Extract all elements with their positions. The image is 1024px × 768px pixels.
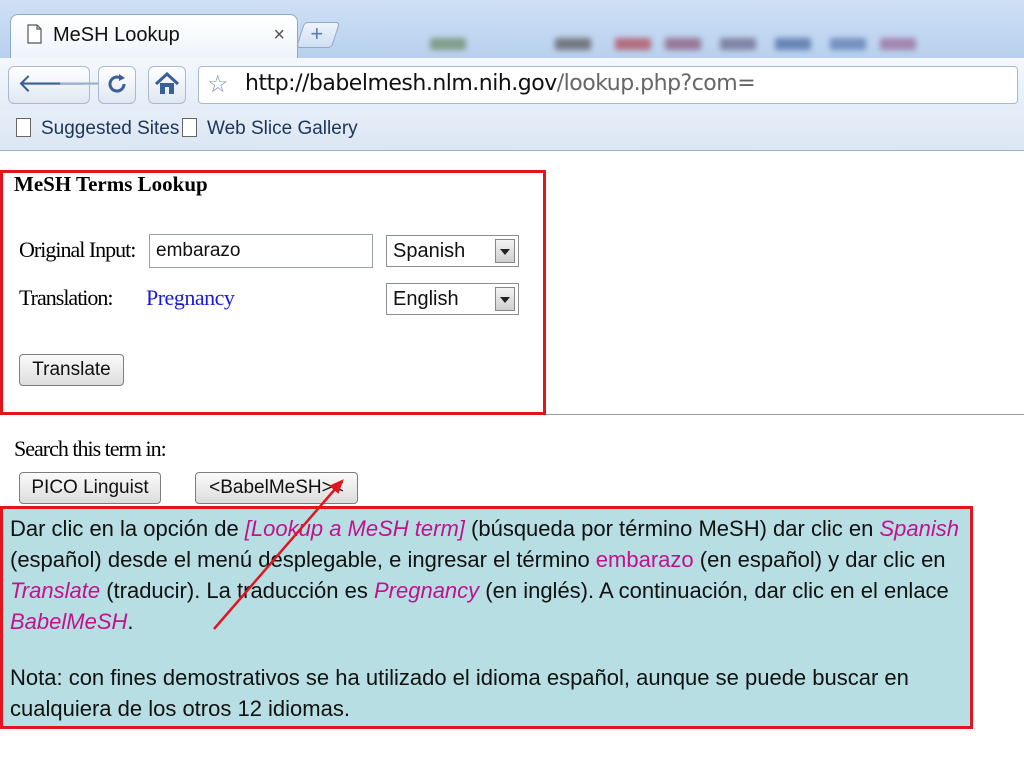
note-paragraph: Nota: con fines demostrativos se ha util… <box>10 665 909 721</box>
bookmark-web-slice-gallery[interactable]: Web Slice Gallery <box>182 118 358 140</box>
url-path: /lookup.php?com= <box>556 71 756 96</box>
instruction-segment: (traducir). La traducción es <box>100 578 374 603</box>
highlighted-term: Pregnancy <box>373 578 480 603</box>
address-bar[interactable]: ☆ http://babelmesh.nlm.nih.gov/lookup.ph… <box>198 66 1018 104</box>
blurred-tab-area <box>880 38 916 50</box>
home-button[interactable] <box>148 66 186 104</box>
pico-linguist-button[interactable]: PICO Linguist <box>19 472 161 504</box>
instruction-segment: (en español) y dar clic en <box>693 547 946 572</box>
bookmarks-bar: Suggested Sites Web Slice Gallery <box>0 110 1024 151</box>
page-icon <box>27 24 42 44</box>
instruction-segment: Dar clic en la opción de <box>10 516 245 541</box>
original-input-label: Original Input: <box>19 237 136 262</box>
translation-label: Translation: <box>19 285 114 310</box>
bookmark-label: Suggested Sites <box>41 118 180 139</box>
source-language-select[interactable]: Spanish <box>386 235 519 267</box>
translate-button[interactable]: Translate <box>19 354 124 386</box>
browser-toolbar: 🡐 🡒 ☆ http://babelmesh.nlm.nih.gov/looku… <box>0 58 1024 110</box>
page-title: MeSH Terms Lookup <box>14 172 208 196</box>
source-language-value: Spanish <box>393 240 466 262</box>
bookmark-suggested-sites[interactable]: Suggested Sites <box>16 118 179 140</box>
target-language-select[interactable]: English <box>386 283 519 315</box>
babelmesh-button[interactable]: <BabelMeSH>< <box>195 472 358 504</box>
blurred-tab-area <box>615 38 651 50</box>
blurred-tab-area <box>430 38 466 50</box>
blurred-tab-area <box>555 38 591 50</box>
back-forward-group: 🡐 🡒 <box>8 66 127 104</box>
page-icon <box>16 118 31 137</box>
tab-mesh-lookup[interactable]: MeSH Lookup × <box>10 14 298 59</box>
close-icon[interactable]: × <box>273 24 285 47</box>
page-icon <box>182 118 197 137</box>
instruction-segment: (en inglés). A continuación, dar clic en… <box>479 578 949 603</box>
blurred-tab-area <box>720 38 756 50</box>
star-icon[interactable]: ☆ <box>207 70 229 99</box>
bookmark-label: Web Slice Gallery <box>207 118 358 139</box>
highlighted-term: BabelMeSH <box>10 609 128 634</box>
highlighted-term: Translate <box>10 578 101 603</box>
instruction-segment: (búsqueda por término MeSH) dar clic en <box>464 516 880 541</box>
new-tab-button[interactable]: + <box>295 21 341 48</box>
instruction-segment: . <box>127 609 134 634</box>
highlighted-term: embarazo <box>595 547 694 572</box>
instruction-paragraph: Dar clic en la opción de [Lookup a MeSH … <box>10 513 970 637</box>
original-input-field[interactable] <box>149 234 373 268</box>
dropdown-arrow-icon[interactable] <box>495 287 515 311</box>
search-term-label: Search this term in: <box>14 436 167 461</box>
tab-strip: MeSH Lookup × + <box>0 0 1024 59</box>
instruction-segment: (español) desde el menú desplegable, e i… <box>10 547 596 572</box>
dropdown-arrow-icon[interactable] <box>495 239 515 263</box>
url-host: http://babelmesh.nlm.nih.gov <box>245 71 557 96</box>
divider <box>546 414 1024 415</box>
highlighted-term: Spanish <box>879 516 959 541</box>
instruction-text: Dar clic en la opción de [Lookup a MeSH … <box>10 513 970 724</box>
url-text: http://babelmesh.nlm.nih.gov/lookup.php?… <box>245 71 756 96</box>
blurred-tab-area <box>830 38 866 50</box>
target-language-value: English <box>393 288 459 310</box>
translation-value: Pregnancy <box>146 285 235 310</box>
highlighted-term: [Lookup a MeSH term] <box>244 516 465 541</box>
reload-button[interactable] <box>98 66 136 104</box>
tab-title: MeSH Lookup <box>53 24 180 46</box>
blurred-tab-area <box>775 38 811 50</box>
plus-icon: + <box>310 21 324 46</box>
home-icon <box>154 71 180 94</box>
reload-icon <box>108 74 126 93</box>
blurred-tab-area <box>665 38 701 50</box>
